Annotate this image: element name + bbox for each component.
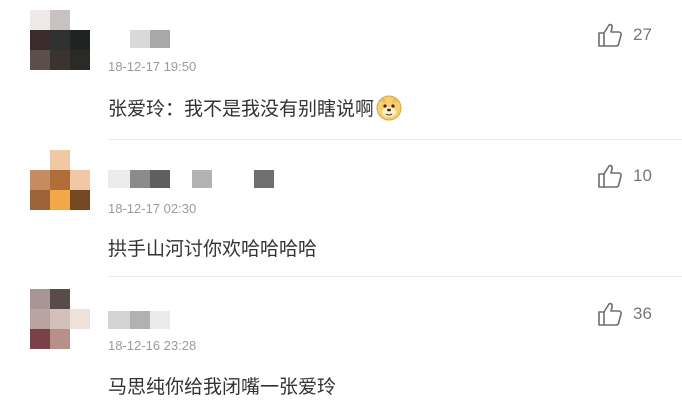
avatar-mosaic-block [30, 170, 50, 190]
username-mosaic-block [108, 311, 130, 329]
comment-text: 张爱玲：我不是我没有别瞎说啊 [108, 94, 402, 121]
username[interactable] [108, 309, 170, 331]
doge-emoji-icon [376, 95, 402, 120]
avatar[interactable] [30, 150, 90, 210]
username[interactable] [108, 168, 274, 190]
avatar-mosaic-block [70, 309, 90, 329]
avatar-mosaic-block [50, 190, 70, 210]
avatar-mosaic-block [70, 50, 90, 70]
avatar-mosaic-block [50, 170, 70, 190]
username-mosaic-block [212, 170, 236, 188]
avatar-mosaic-block [30, 309, 50, 329]
comment-item-2: 18-12-17 02:30 拱手山河讨你欢哈哈哈哈 10 [0, 140, 682, 277]
username-mosaic-block [170, 170, 192, 188]
like-count: 10 [633, 166, 652, 185]
comment-timestamp: 18-12-17 19:50 [108, 59, 197, 74]
like-count: 36 [633, 304, 652, 323]
avatar-mosaic-block [70, 329, 90, 349]
username-mosaic-block [130, 311, 150, 329]
comment-text-content: 张爱玲：我不是我没有别瞎说啊 [108, 98, 375, 120]
comment-timestamp: 18-12-17 02:30 [108, 201, 197, 216]
username-mosaic-block [150, 170, 170, 188]
like-count: 27 [633, 25, 652, 44]
like-button[interactable]: 27 [597, 22, 652, 48]
username-mosaic-block [150, 30, 170, 48]
avatar-mosaic-block [50, 329, 70, 349]
avatar-mosaic-block [50, 50, 70, 70]
comment-text: 拱手山河讨你欢哈哈哈哈 [108, 234, 317, 261]
avatar-mosaic-block [70, 170, 90, 190]
like-button[interactable]: 36 [597, 301, 652, 327]
username-mosaic-block [170, 30, 192, 48]
avatar-mosaic-block [30, 30, 50, 50]
avatar-mosaic-block [30, 289, 50, 309]
avatar[interactable] [30, 10, 90, 70]
avatar-mosaic-block [30, 190, 50, 210]
username[interactable] [108, 28, 192, 50]
username-mosaic-block [192, 170, 212, 188]
avatar-mosaic-block [50, 309, 70, 329]
username-mosaic-block [130, 170, 150, 188]
comment-timestamp: 18-12-16 23:28 [108, 338, 197, 353]
username-mosaic-block [254, 170, 274, 188]
avatar-mosaic-block [70, 150, 90, 170]
avatar-mosaic-block [70, 30, 90, 50]
avatar-mosaic-block [50, 30, 70, 50]
avatar-mosaic-block [70, 10, 90, 30]
avatar-mosaic-block [50, 289, 70, 309]
avatar-mosaic-block [70, 190, 90, 210]
comment-text: 马思纯你给我闭嘴一张爱玲 [108, 372, 336, 399]
avatar-mosaic-block [70, 289, 90, 309]
username-mosaic-block [108, 30, 130, 48]
avatar-mosaic-block [30, 150, 50, 170]
avatar-mosaic-block [30, 50, 50, 70]
avatar-mosaic-block [50, 150, 70, 170]
like-button[interactable]: 10 [597, 163, 652, 189]
comment-item-1: 18-12-17 19:50 张爱玲：我不是我没有别瞎说啊 27 [0, 0, 682, 140]
thumbs-up-icon [598, 164, 622, 188]
thumbs-up-icon [598, 23, 622, 47]
comment-item-3: 18-12-16 23:28 马思纯你给我闭嘴一张爱玲 36 [0, 277, 682, 412]
avatar-mosaic-block [50, 10, 70, 30]
username-mosaic-block [130, 30, 150, 48]
thumbs-up-icon [598, 302, 622, 326]
avatar[interactable] [30, 289, 90, 349]
username-mosaic-block [150, 311, 170, 329]
comment-text-content: 马思纯你给我闭嘴一张爱玲 [108, 376, 337, 398]
avatar-mosaic-block [30, 329, 50, 349]
comment-text-content: 拱手山河讨你欢哈哈哈哈 [108, 238, 318, 260]
username-mosaic-block [236, 170, 254, 188]
avatar-mosaic-block [30, 10, 50, 30]
username-mosaic-block [108, 170, 130, 188]
